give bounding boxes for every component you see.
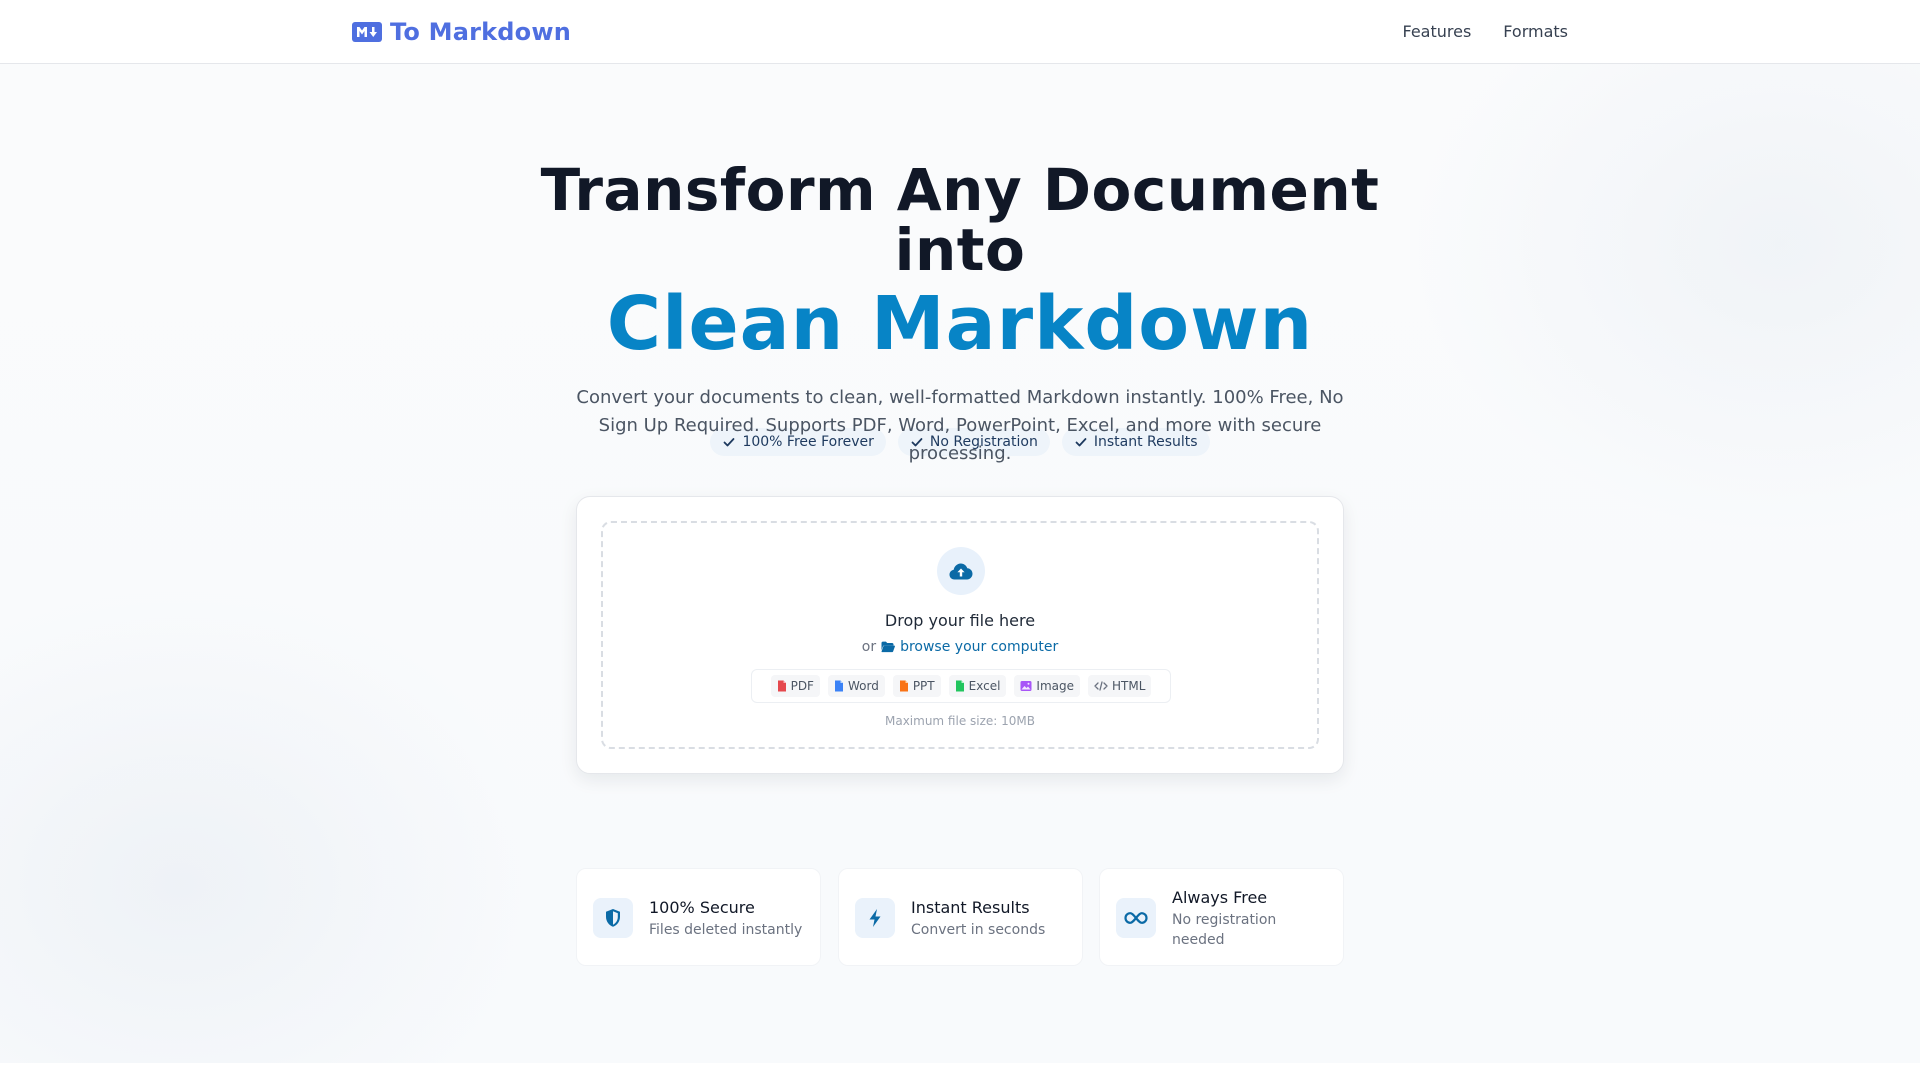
feature-free: Always Free No registration needed [1099, 868, 1344, 966]
supported-formats: PDF Word PPT Excel Image HTML [751, 669, 1171, 703]
format-label: HTML [1112, 679, 1146, 693]
code-icon [1094, 681, 1108, 691]
feature-subtitle: No registration needed [1172, 912, 1277, 948]
feature-secure: 100% Secure Files deleted instantly [576, 868, 821, 966]
main-nav: Features Formats [1402, 20, 1568, 44]
image-file-icon [1020, 681, 1032, 691]
format-excel: Excel [948, 675, 1007, 697]
markdown-icon [352, 22, 382, 42]
feature-title: Instant Results [911, 898, 1030, 917]
pdf-file-icon [777, 680, 786, 692]
drop-file-text: Drop your file here [884, 611, 1036, 630]
hero-title-accent: Clean Markdown [606, 281, 1314, 367]
format-label: Word [847, 679, 879, 693]
file-dropzone[interactable]: Drop your file here or browse your compu… [601, 521, 1319, 749]
hero-title-line2: into [894, 216, 1026, 284]
feature-subtitle: Convert in seconds [911, 922, 1046, 938]
logo-link[interactable]: To Markdown [352, 16, 571, 48]
logo-text: To Markdown [390, 18, 572, 46]
upload-card: Drop your file here or browse your compu… [576, 496, 1344, 774]
format-word: Word [827, 675, 885, 697]
max-file-size: Maximum file size: 10MB [884, 714, 1035, 728]
nav-formats[interactable]: Formats [1503, 20, 1568, 44]
ppt-file-icon [899, 680, 908, 692]
browse-line: or browse your computer [603, 637, 1317, 657]
format-image: Image [1014, 675, 1081, 697]
browse-computer-label: browse your computer [900, 639, 1059, 655]
page-footer-strip [0, 1063, 1920, 1080]
hero-subtitle: Convert your documents to clean, well-fo… [576, 387, 1344, 464]
format-html: HTML [1088, 675, 1152, 697]
feature-instant: Instant Results Convert in seconds [838, 868, 1083, 966]
infinity-icon [1116, 898, 1156, 938]
cloud-upload-icon [937, 547, 985, 595]
format-pdf: PDF [770, 675, 820, 697]
top-header: To Markdown Features Formats [0, 0, 1920, 64]
hero-title-line1: Transform Any Document [540, 156, 1380, 224]
format-label: PPT [912, 679, 935, 693]
feature-subtitle: Files deleted instantly [649, 922, 803, 938]
folder-open-icon [881, 641, 896, 653]
format-label: Image [1036, 679, 1075, 693]
shield-icon [593, 898, 633, 938]
feature-title: Always Free [1172, 888, 1268, 907]
format-label: PDF [790, 679, 814, 693]
excel-file-icon [955, 680, 964, 692]
format-label: Excel [968, 679, 1001, 693]
nav-features[interactable]: Features [1402, 20, 1471, 44]
or-text: or [861, 639, 877, 655]
bolt-icon [855, 898, 895, 938]
format-ppt: PPT [892, 675, 941, 697]
feature-title: 100% Secure [649, 898, 755, 917]
browse-computer-link[interactable]: browse your computer [881, 637, 1058, 657]
word-file-icon [834, 680, 843, 692]
